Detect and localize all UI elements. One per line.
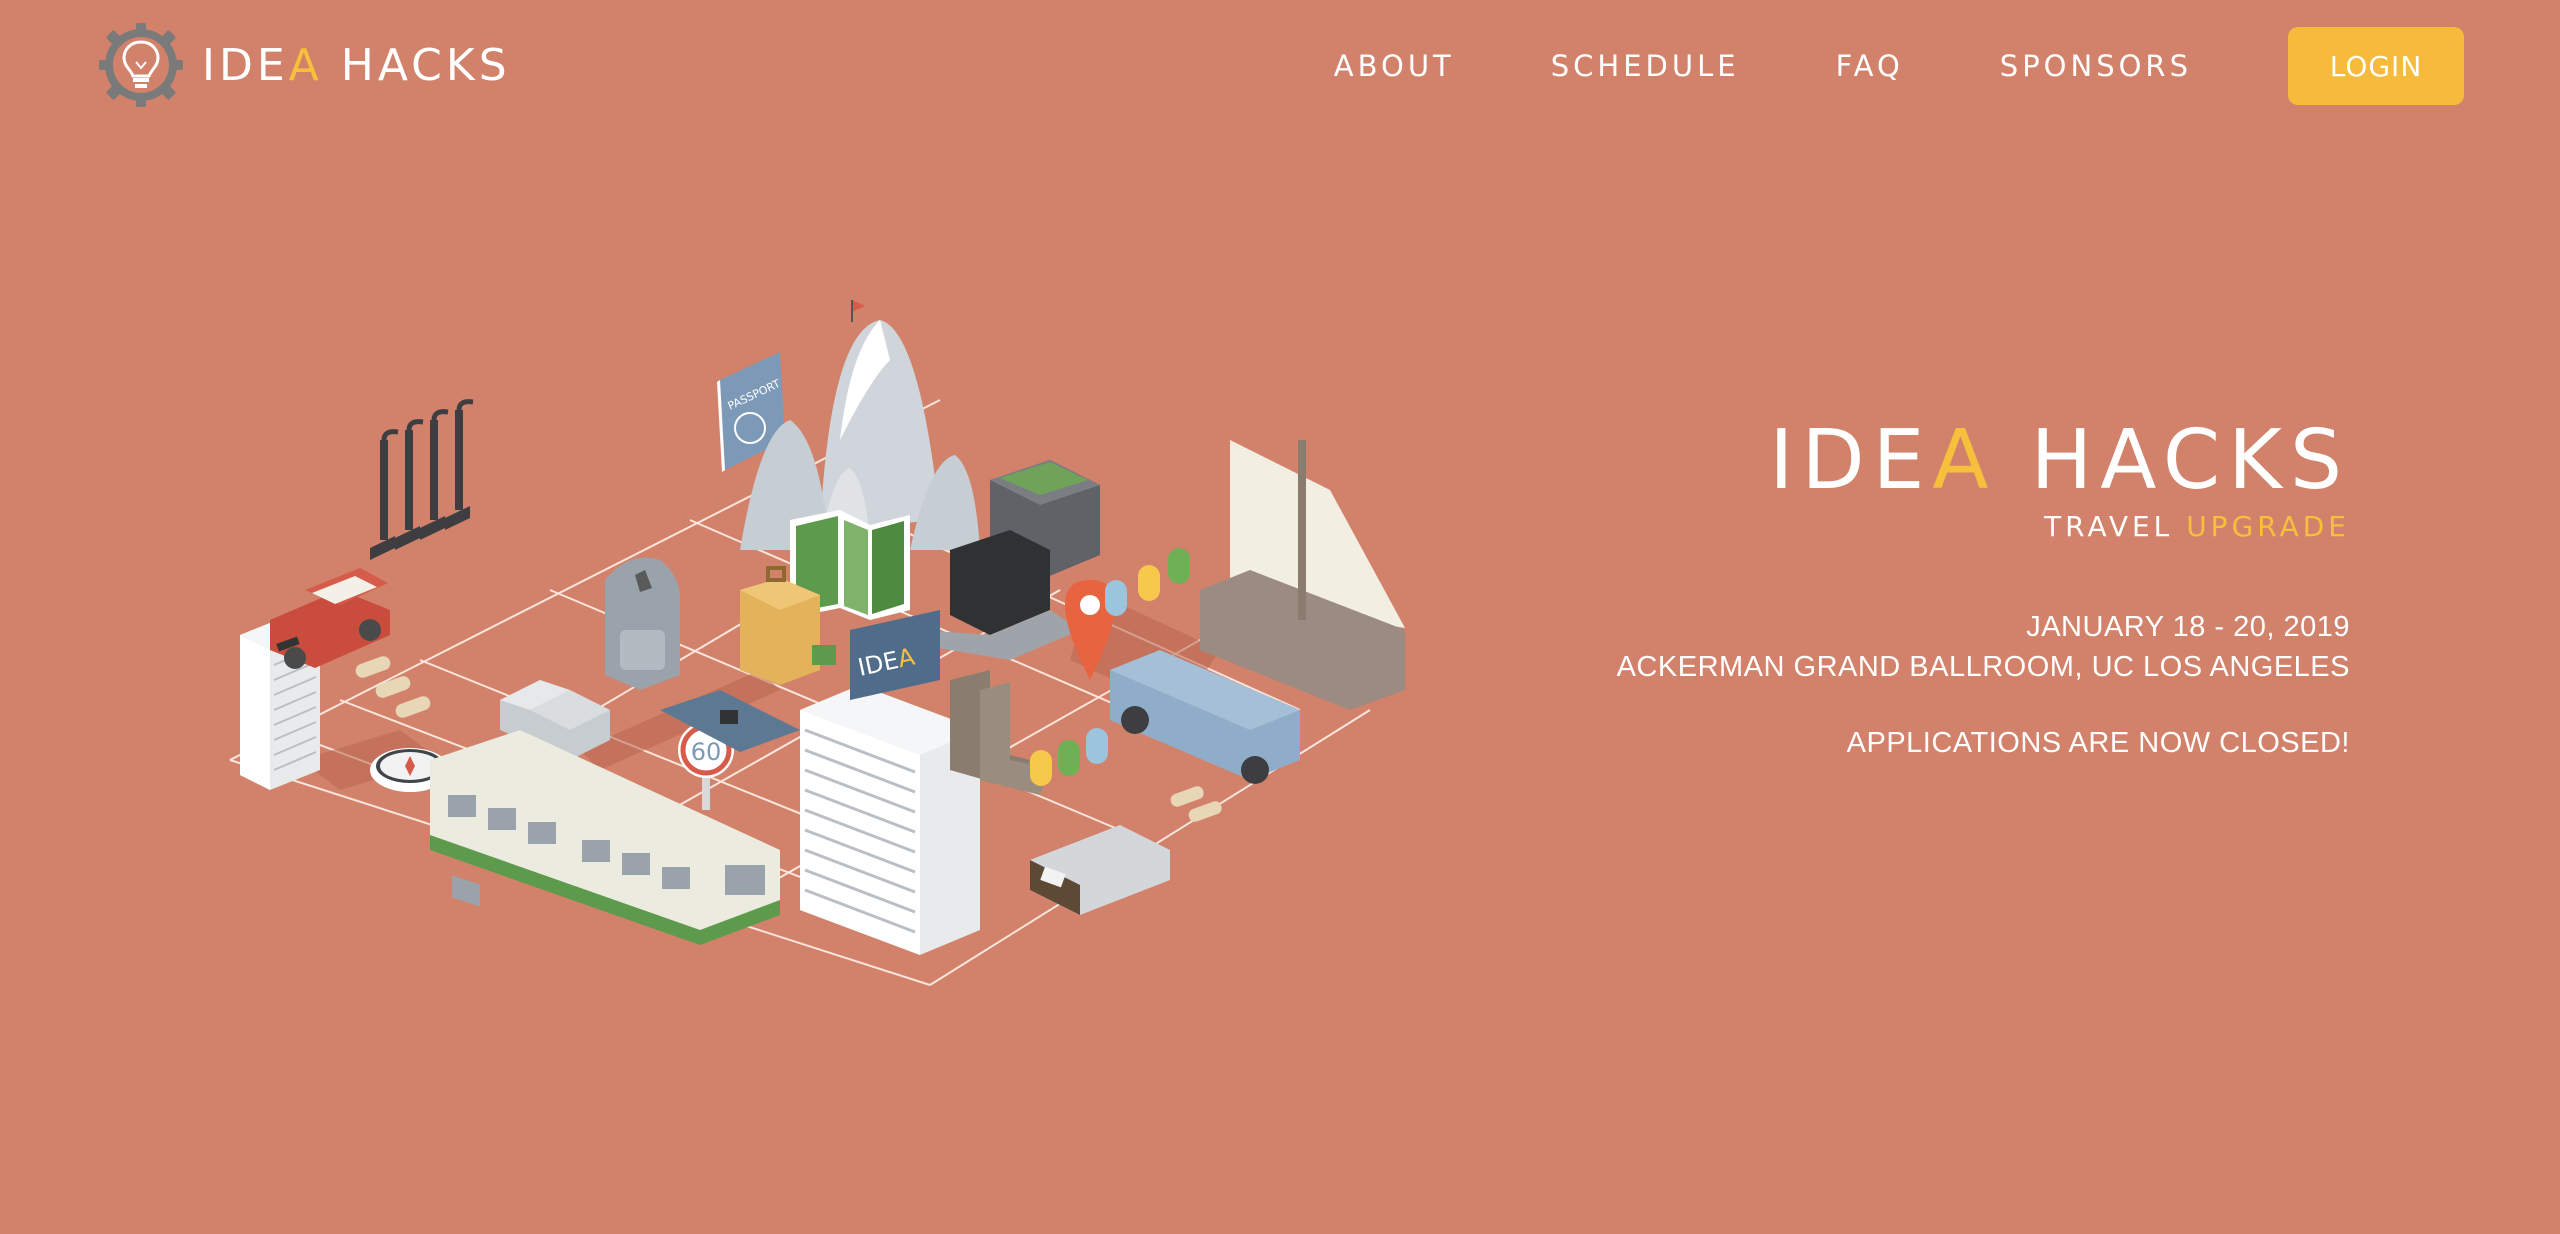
- nav-links: ABOUT SCHEDULE FAQ SPONSORS LOGIN: [1334, 26, 2464, 106]
- resistors-right: [1170, 786, 1222, 822]
- event-info: JANUARY 18 - 20, 2019 ACKERMAN GRAND BAL…: [1450, 607, 2350, 687]
- svg-text:60: 60: [691, 738, 722, 766]
- hero-title: IDEA HACKS: [1769, 413, 2350, 508]
- hero-subtitle: TRAVEL UPGRADE: [2044, 510, 2350, 543]
- brand-name: IDEA HACKS: [202, 39, 511, 91]
- nav-link-sponsors[interactable]: SPONSORS: [2000, 26, 2192, 106]
- lightbulb-gear-logo-icon: [99, 23, 183, 107]
- battery: [1030, 825, 1170, 915]
- navbar: IDEA HACKS ABOUT SCHEDULE FAQ SPONSORS L…: [0, 0, 2560, 130]
- sailboat: [1200, 440, 1405, 710]
- brand-home-link[interactable]: IDEA HACKS: [98, 22, 511, 108]
- hero-text-block: IDEA HACKS TRAVEL UPGRADE JANUARY 18 - 2…: [1450, 420, 2350, 760]
- street-lamps: [370, 399, 474, 560]
- red-car: [270, 568, 390, 669]
- nav-link-faq[interactable]: FAQ: [1836, 26, 1904, 106]
- event-venue: ACKERMAN GRAND BALLROOM, UC LOS ANGELES: [1616, 651, 2350, 683]
- backpack: [605, 557, 680, 690]
- nav-link-schedule[interactable]: SCHEDULE: [1551, 26, 1740, 106]
- event-dates: JANUARY 18 - 20, 2019: [2026, 611, 2350, 643]
- nav-link-about[interactable]: ABOUT: [1334, 26, 1455, 106]
- page: IDEA HACKS ABOUT SCHEDULE FAQ SPONSORS L…: [0, 0, 2560, 1234]
- isometric-travel-illustration: PASSPORT 60 IDEA: [229, 300, 1405, 986]
- login-button[interactable]: LOGIN: [2288, 27, 2464, 105]
- applications-status: APPLICATIONS ARE NOW CLOSED!: [1846, 727, 2350, 759]
